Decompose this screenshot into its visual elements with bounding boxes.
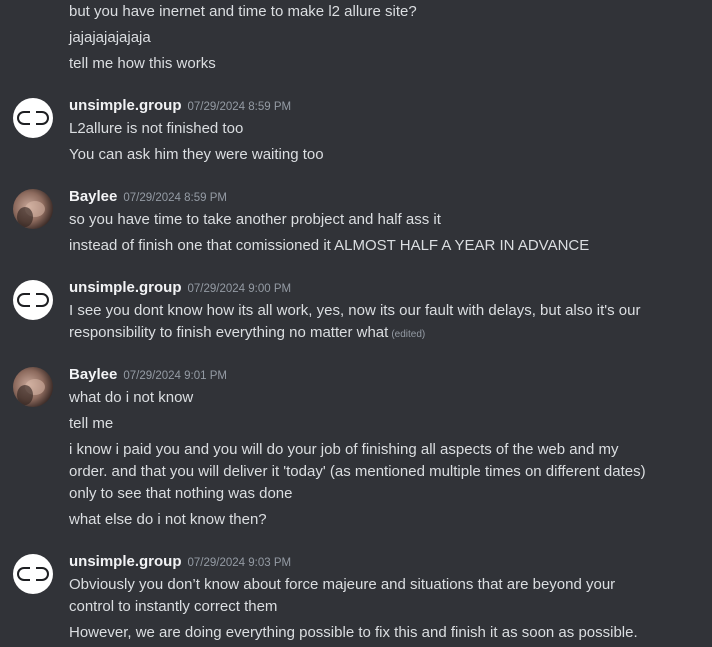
message-line: what else do i not know then? [69, 511, 267, 528]
timestamp[interactable]: 07/29/2024 9:03 PM [188, 557, 292, 569]
user-photo [17, 201, 45, 227]
username[interactable]: unsimple.group [69, 279, 182, 296]
message-line: You can ask him they were waiting too [69, 146, 324, 163]
username[interactable]: Baylee [69, 366, 117, 383]
message-header: unsimple.group 07/29/2024 9:00 PM [69, 278, 291, 298]
timestamp[interactable]: 07/29/2024 8:59 PM [188, 101, 292, 113]
timestamp[interactable]: 07/29/2024 9:00 PM [188, 283, 292, 295]
message-line: tell me [69, 415, 114, 432]
message-header: unsimple.group 07/29/2024 9:03 PM [69, 552, 291, 572]
avatar[interactable] [13, 98, 53, 138]
message-header: unsimple.group 07/29/2024 8:59 PM [69, 96, 291, 116]
avatar[interactable] [13, 367, 53, 407]
message-line: what do i not know [69, 389, 194, 406]
avatar[interactable] [13, 189, 53, 229]
message-line: tell me how this works [69, 55, 216, 72]
pill-logo-icon [17, 110, 49, 126]
edited-label: (edited) [391, 329, 426, 340]
pill-logo-icon [17, 566, 49, 582]
username[interactable]: unsimple.group [69, 553, 182, 570]
timestamp[interactable]: 07/29/2024 8:59 PM [123, 192, 227, 204]
avatar[interactable] [13, 280, 53, 320]
message-line: jajajajajajaja [69, 29, 151, 46]
message-text: I see you dont know how its all work, ye… [69, 302, 641, 341]
message-line: Obviously you don’t know about force maj… [69, 576, 616, 615]
message-header: Baylee 07/29/2024 8:59 PM [69, 187, 227, 207]
message-line: but you have inernet and time to make l2… [69, 3, 417, 20]
message-line: L2allure is not finished too [69, 120, 244, 137]
username[interactable]: Baylee [69, 188, 117, 205]
message-line: I see you dont know how its all work, ye… [69, 300, 659, 346]
avatar[interactable] [13, 554, 53, 594]
pill-logo-icon [17, 292, 49, 308]
user-photo [17, 379, 45, 405]
message-line: However, we are doing everything possibl… [69, 624, 638, 641]
username[interactable]: unsimple.group [69, 97, 182, 114]
message-line: so you have time to take another probjec… [69, 211, 441, 228]
message-line: i know i paid you and you will do your j… [69, 441, 646, 502]
message-header: Baylee 07/29/2024 9:01 PM [69, 365, 227, 385]
timestamp[interactable]: 07/29/2024 9:01 PM [123, 370, 227, 382]
message-line: instead of finish one that comissioned i… [69, 237, 590, 254]
